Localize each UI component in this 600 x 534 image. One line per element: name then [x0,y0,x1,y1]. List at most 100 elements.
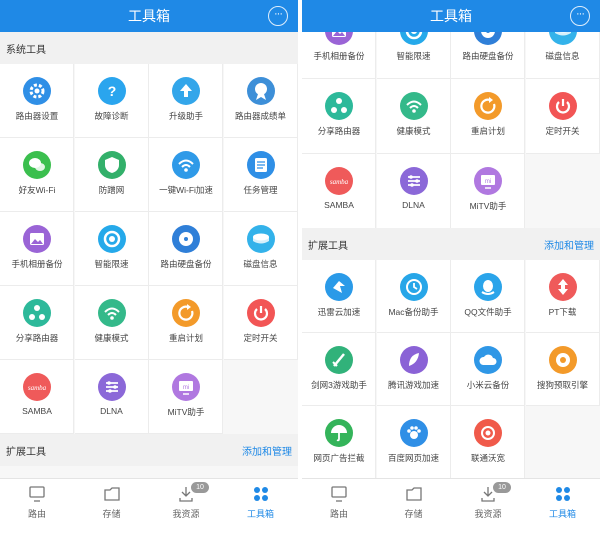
tool-label: SAMBA [22,406,52,416]
tool-photo[interactable]: 手机相册备份 [302,32,376,79]
tool-restart[interactable]: 重启计划 [149,286,223,360]
tab-download[interactable]: 10 我资源 [451,479,525,534]
disk-info-icon [246,225,275,253]
tab-label: 我资源 [172,509,200,519]
tool-disk-info[interactable]: 磁盘信息 [223,212,298,286]
tool-question[interactable]: ? 故障诊断 [74,64,149,138]
tool-unicom[interactable]: 联通沃宽 [451,406,525,478]
tool-wifi-boost[interactable]: 一键Wi-Fi加速 [149,138,223,212]
tool-disk[interactable]: 路由硬盘备份 [451,32,525,79]
tool-label: 健康模式 [94,333,129,343]
tab-monitor[interactable]: 路由 [0,479,74,534]
tool-dlna[interactable]: DLNA [74,360,149,434]
tab-monitor[interactable]: 路由 [302,479,376,534]
tool-task[interactable]: 任务管理 [223,138,298,212]
shield-icon [97,151,126,179]
tool-label: SAMBA [324,200,354,210]
tool-label: 联通沃宽 [470,453,505,463]
section-header-extension: 扩展工具 添加和管理 [302,228,600,260]
add-manage-link[interactable]: 添加和管理 [544,237,594,252]
tool-share[interactable]: 分享路由器 [0,286,74,360]
tool-shield[interactable]: 防蹭网 [74,138,149,212]
samba-icon: samba [325,167,353,195]
tool-speed[interactable]: 智能限速 [376,32,451,79]
tab-download[interactable]: 10 我资源 [149,479,223,534]
photo-icon [23,225,51,253]
tab-folder[interactable]: 存储 [377,479,451,534]
tool-samba[interactable]: samba SAMBA [302,154,376,229]
pt-icon [548,273,577,301]
more-button[interactable]: ··· [268,6,288,26]
tool-feather[interactable]: 腾讯游戏加速 [376,333,451,406]
tool-label: 智能限速 [94,259,129,269]
tab-label: 工具箱 [548,509,576,519]
tool-disk-info[interactable]: 磁盘信息 [525,32,600,79]
tool-upload[interactable]: 升级助手 [149,64,223,138]
speed-icon [97,225,126,253]
add-manage-link[interactable]: 添加和管理 [242,443,292,458]
tool-label: 路由器成绩单 [234,111,286,121]
tool-wechat[interactable]: 好友Wi-Fi [0,138,74,212]
tool-umbrella[interactable]: 网页广告拦截 [302,406,376,478]
more-button[interactable]: ··· [570,6,590,26]
svg-text:mi: mi [485,179,491,185]
toolbox-list[interactable]: 系统工具 路由器设置? 故障诊断 升级助手 路由器成绩单好友Wi-Fi 防蹭网 一键Wi-… [0,32,298,478]
feather-icon [399,346,428,374]
share-icon [23,299,51,327]
tool-disk[interactable]: 路由硬盘备份 [149,212,223,286]
tool-samba[interactable]: samba SAMBA [0,360,74,434]
tool-speed[interactable]: 智能限速 [74,212,149,286]
tab-grid[interactable]: 工具箱 [526,479,600,534]
tool-gear[interactable]: 路由器设置 [0,64,74,138]
tool-power[interactable]: 定时开关 [525,79,600,154]
tool-clock[interactable]: Mac备份助手 [376,260,451,333]
share-icon [325,92,353,120]
question-icon: ? [97,77,126,105]
disk-icon [474,32,502,45]
wifi-icon [399,92,428,120]
tool-photo[interactable]: 手机相册备份 [0,212,74,286]
tab-grid[interactable]: 工具箱 [224,479,298,534]
unicom-icon [474,419,502,447]
speed-icon [399,32,428,45]
tool-baidu[interactable]: 百度网页加速 [376,406,451,478]
thunder-icon [325,273,353,301]
tool-label: DLNA [100,406,123,416]
disk-icon [172,225,200,253]
tab-folder[interactable]: 存储 [75,479,149,534]
tv-icon: mi [474,167,502,195]
tool-power[interactable]: 定时开关 [223,286,298,360]
sword-icon [325,346,353,374]
toolbox-list[interactable]: 手机相册备份 智能限速 路由硬盘备份 磁盘信息分享路由器 健康模式 重启计划 定时开关 sam… [302,32,600,478]
tab-label: 我资源 [474,509,502,519]
tool-restart[interactable]: 重启计划 [451,79,525,154]
tool-medal[interactable]: 路由器成绩单 [223,64,298,138]
tool-label: 定时开关 [545,126,580,136]
umbrella-icon [325,419,353,447]
tool-label: MiTV助手 [469,201,507,211]
tool-label: 磁盘信息 [545,51,580,61]
wifi-boost-icon [172,151,200,179]
tool-label: 百度网页加速 [387,453,439,463]
tool-label: 一键Wi-Fi加速 [159,185,213,195]
tool-thunder[interactable]: 迅雷云加速 [302,260,376,333]
tool-cloud[interactable]: 小米云备份 [451,333,525,406]
tool-wifi[interactable]: 健康模式 [376,79,451,154]
tool-share[interactable]: 分享路由器 [302,79,376,154]
tool-sword[interactable]: 剑网3游戏助手 [302,333,376,406]
tool-label: DLNA [402,200,425,210]
more-icon: ··· [274,8,283,20]
tool-dlna[interactable]: DLNA [376,154,451,229]
tool-tv[interactable]: mi MiTV助手 [451,154,525,229]
section-title: 系统工具 [6,45,46,56]
tool-label: 升级助手 [168,111,203,121]
tool-pt[interactable]: PT下载 [525,260,600,333]
tool-qq[interactable]: QQ文件助手 [451,260,525,333]
tool-wifi[interactable]: 健康模式 [74,286,149,360]
more-icon: ··· [576,8,585,20]
tool-label: 重启计划 [470,126,505,136]
svg-text:samba: samba [28,384,47,392]
upload-icon [172,77,200,105]
tool-tv[interactable]: mi MiTV助手 [149,360,223,434]
tool-record[interactable]: 搜狗预取引擎 [525,333,600,406]
